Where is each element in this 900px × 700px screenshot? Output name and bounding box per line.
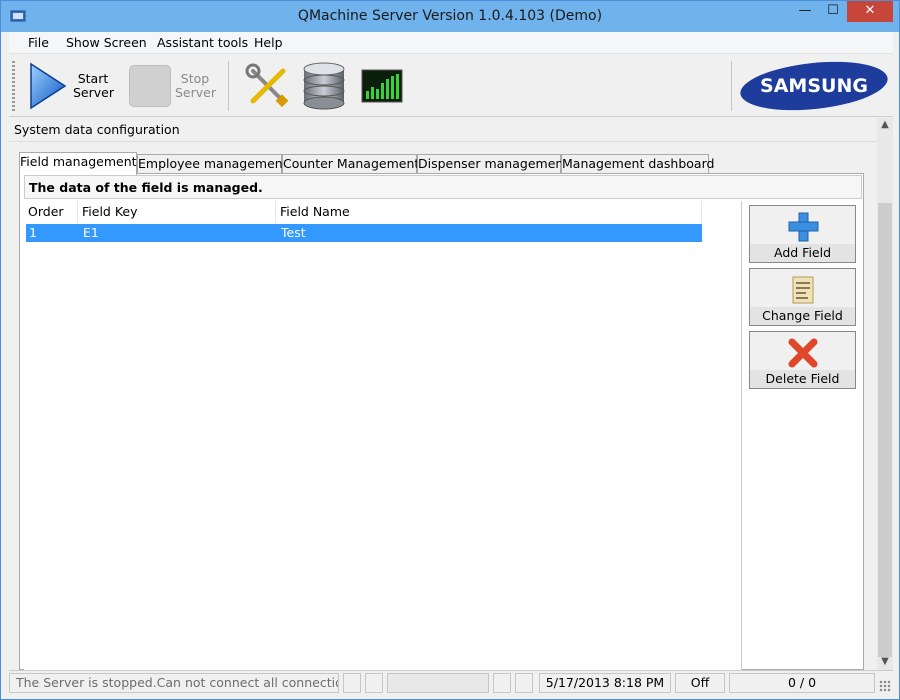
change-field-button[interactable]: Change Field <box>749 268 856 326</box>
plus-icon <box>788 212 819 242</box>
start-server-label: Start Server <box>73 71 114 100</box>
tab-counter-management[interactable]: Counter Management <box>282 154 419 174</box>
stop-icon <box>129 65 171 107</box>
play-icon <box>30 62 67 110</box>
title-bar[interactable]: QMachine Server Version 1.0.4.103 (Demo)… <box>1 1 899 32</box>
toolbar-grip[interactable] <box>12 61 15 111</box>
add-field-button[interactable]: Add Field <box>749 205 856 263</box>
delete-field-button[interactable]: Delete Field <box>749 331 856 389</box>
table-row[interactable]: 1 E1 Test <box>26 224 702 242</box>
cell-order: 1 <box>29 225 37 240</box>
tab-employee-management[interactable]: Employee management <box>137 154 288 174</box>
status-datetime: 5/17/2013 8:18 PM <box>539 673 671 693</box>
svg-text:SAMSUNG: SAMSUNG <box>760 75 868 97</box>
delete-field-label: Delete Field <box>750 370 855 388</box>
menu-help[interactable]: Help <box>254 35 283 50</box>
status-message: The Server is stopped.Can not connect al… <box>9 673 339 693</box>
add-field-label: Add Field <box>750 244 855 262</box>
start-server-button[interactable]: Start Server <box>21 59 117 113</box>
tab-dispenser-management[interactable]: Dispenser management <box>417 154 568 174</box>
stop-server-button[interactable]: Stop Server <box>127 59 223 113</box>
description-text: The data of the field is managed. <box>29 180 263 195</box>
app-window: QMachine Server Version 1.0.4.103 (Demo)… <box>0 0 900 700</box>
status-server-state: Off <box>675 673 725 693</box>
status-panel-blank <box>365 673 383 693</box>
delete-x-icon <box>788 338 818 368</box>
column-header-order[interactable]: Order <box>24 201 78 223</box>
toolbar: Start Server Stop Server SAMSUNG <box>9 55 893 117</box>
resize-grip-icon[interactable] <box>879 680 891 692</box>
maximize-button[interactable]: ☐ <box>819 1 847 22</box>
status-connection-count: 0 / 0 <box>729 673 875 693</box>
scrollbar-thumb[interactable] <box>878 203 892 657</box>
status-panel-blank <box>493 673 511 693</box>
status-progress-bar <box>387 673 489 693</box>
status-bar: The Server is stopped.Can not connect al… <box>9 670 893 694</box>
cell-field-key: E1 <box>83 225 99 240</box>
field-list[interactable]: Order Field Key Field Name 1 E1 Test <box>24 201 742 670</box>
tab-field-management[interactable]: Field management <box>19 152 137 175</box>
minimize-button[interactable]: — <box>791 1 819 22</box>
column-header-field-name[interactable]: Field Name <box>276 201 702 223</box>
toolbar-separator <box>228 61 229 111</box>
menu-file[interactable]: File <box>28 35 49 50</box>
menu-show-screen[interactable]: Show Screen <box>66 35 147 50</box>
tools-icon[interactable] <box>245 63 291 109</box>
stop-server-label: Stop Server <box>175 71 216 100</box>
chart-icon[interactable] <box>361 69 403 103</box>
tab-management-dashboard[interactable]: Management dashboard <box>561 154 714 174</box>
document-edit-icon <box>792 276 814 304</box>
scroll-up-arrow-icon[interactable]: ▲ <box>877 119 893 135</box>
menu-assistant-tools[interactable]: Assistant tools <box>157 35 248 50</box>
scroll-down-arrow-icon[interactable]: ▼ <box>877 656 893 670</box>
window-title: QMachine Server Version 1.0.4.103 (Demo) <box>297 8 603 24</box>
close-button[interactable]: ✕ <box>847 1 893 22</box>
column-header-field-key[interactable]: Field Key <box>78 201 276 223</box>
toolbar-separator-right <box>731 61 732 111</box>
status-panel-blank <box>343 673 361 693</box>
database-icon[interactable] <box>301 62 347 110</box>
samsung-logo: SAMSUNG <box>740 61 888 111</box>
section-header: System data configuration <box>9 118 877 142</box>
change-field-label: Change Field <box>750 307 855 325</box>
cell-field-name: Test <box>281 225 306 240</box>
menu-bar: File Show Screen Assistant tools Help <box>9 32 893 54</box>
status-panel-blank <box>515 673 533 693</box>
panel-description: The data of the field is managed. <box>24 175 862 199</box>
section-title: System data configuration <box>14 122 180 137</box>
